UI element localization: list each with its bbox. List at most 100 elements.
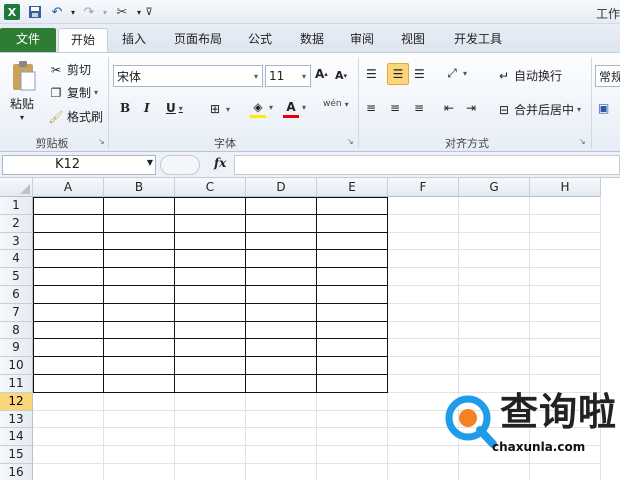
tab-view[interactable]: 视图 — [391, 28, 435, 52]
cell-e7[interactable] — [317, 303, 388, 322]
wrap-text-button[interactable]: ↵ 自动换行 — [496, 67, 562, 84]
redo-dropdown-icon[interactable]: ▾ — [96, 3, 114, 21]
align-top-icon[interactable]: ☰ — [366, 67, 377, 81]
cell-f1[interactable] — [388, 197, 459, 215]
row-header-5[interactable]: 5 — [0, 268, 33, 286]
row-header-8[interactable]: 8 — [0, 321, 33, 340]
cell-h16[interactable] — [530, 464, 601, 480]
cell-d9[interactable] — [246, 339, 317, 358]
cell-b8[interactable] — [104, 321, 175, 340]
cell-g2[interactable] — [459, 214, 530, 233]
cell-h3[interactable] — [530, 232, 601, 251]
cell-d14[interactable] — [246, 428, 317, 447]
cell-c14[interactable] — [175, 428, 246, 447]
cell-d11[interactable] — [246, 375, 317, 393]
bold-button[interactable]: B — [120, 101, 130, 115]
cell-f16[interactable] — [388, 464, 459, 480]
cell-e6[interactable] — [317, 286, 388, 304]
cell-g8[interactable] — [459, 321, 530, 340]
cell-a8[interactable] — [33, 321, 104, 340]
cell-f4[interactable] — [388, 250, 459, 269]
cell-a13[interactable] — [33, 410, 104, 429]
cell-b16[interactable] — [104, 464, 175, 480]
cell-a6[interactable] — [33, 286, 104, 304]
row-header-12[interactable]: 12 — [0, 392, 33, 411]
cell-c5[interactable] — [175, 268, 246, 286]
tab-review[interactable]: 审阅 — [340, 28, 384, 52]
cell-a3[interactable] — [33, 232, 104, 251]
row-header-2[interactable]: 2 — [0, 214, 33, 233]
cell-d3[interactable] — [246, 232, 317, 251]
cell-h2[interactable] — [530, 214, 601, 233]
align-left-icon[interactable]: ≡ — [366, 101, 376, 115]
cell-e1[interactable] — [317, 197, 388, 215]
merge-center-button[interactable]: ⊟ 合并后居中 ▾ — [496, 101, 581, 118]
shrink-font-icon[interactable]: A ▾ — [335, 69, 347, 82]
cell-d13[interactable] — [246, 410, 317, 429]
cell-b15[interactable] — [104, 446, 175, 464]
cell-d4[interactable] — [246, 250, 317, 269]
cell-e2[interactable] — [317, 214, 388, 233]
underline-button[interactable]: U ▾ — [166, 101, 183, 115]
cell-a10[interactable] — [33, 357, 104, 375]
align-bottom-icon[interactable]: ☰ — [414, 67, 425, 81]
align-center-icon[interactable]: ≡ — [390, 101, 400, 115]
cell-g5[interactable] — [459, 268, 530, 286]
grow-font-icon[interactable]: A ▴ — [315, 67, 328, 81]
cell-h8[interactable] — [530, 321, 601, 340]
tab-home[interactable]: 开始 — [58, 28, 108, 53]
cell-g4[interactable] — [459, 250, 530, 269]
cell-b4[interactable] — [104, 250, 175, 269]
row-header-3[interactable]: 3 — [0, 232, 33, 251]
cell-g16[interactable] — [459, 464, 530, 480]
name-box-dropdown-icon[interactable]: ▼ — [147, 158, 153, 167]
cell-e13[interactable] — [317, 410, 388, 429]
cell-f10[interactable] — [388, 357, 459, 375]
insert-function-button[interactable]: fx — [214, 156, 226, 170]
cell-d2[interactable] — [246, 214, 317, 233]
cell-g3[interactable] — [459, 232, 530, 251]
cell-a12[interactable] — [33, 392, 104, 411]
cell-d1[interactable] — [246, 197, 317, 215]
cell-c16[interactable] — [175, 464, 246, 480]
number-format-select[interactable]: 常规 — [595, 65, 620, 87]
cell-a15[interactable] — [33, 446, 104, 464]
name-box[interactable]: K12 ▼ — [2, 155, 156, 175]
font-launcher-icon[interactable]: ↘ — [347, 137, 354, 146]
cell-a2[interactable] — [33, 214, 104, 233]
cell-d6[interactable] — [246, 286, 317, 304]
cell-f9[interactable] — [388, 339, 459, 358]
font-size-select[interactable]: 11 ▾ — [265, 65, 311, 87]
tab-insert[interactable]: 插入 — [112, 28, 156, 52]
column-header-e[interactable]: E — [317, 178, 388, 197]
cell-e4[interactable] — [317, 250, 388, 269]
cell-g1[interactable] — [459, 197, 530, 215]
italic-button[interactable]: I — [144, 101, 150, 115]
tab-page-layout[interactable]: 页面布局 — [166, 28, 230, 52]
column-header-f[interactable]: F — [388, 178, 459, 197]
font-name-select[interactable]: 宋体 ▾ — [113, 65, 263, 87]
column-header-b[interactable]: B — [104, 178, 175, 197]
cell-c1[interactable] — [175, 197, 246, 215]
cell-c3[interactable] — [175, 232, 246, 251]
row-header-6[interactable]: 6 — [0, 286, 33, 304]
cell-f3[interactable] — [388, 232, 459, 251]
cell-a1[interactable] — [33, 197, 104, 215]
alignment-launcher-icon[interactable]: ↘ — [579, 137, 586, 146]
increase-indent-icon[interactable]: ⇥ — [466, 101, 476, 115]
copy-button[interactable]: ❐ 复制 ▾ — [48, 84, 98, 101]
cell-e11[interactable] — [317, 375, 388, 393]
paste-icon[interactable] — [8, 59, 40, 95]
excel-logo-icon[interactable]: X — [4, 4, 20, 20]
cell-c9[interactable] — [175, 339, 246, 358]
tab-developer[interactable]: 开发工具 — [442, 28, 514, 52]
clipboard-launcher-icon[interactable]: ↘ — [98, 137, 105, 146]
fill-color-button[interactable]: ◈ ▾ — [250, 99, 273, 118]
cell-b11[interactable] — [104, 375, 175, 393]
column-header-d[interactable]: D — [246, 178, 317, 197]
cell-h6[interactable] — [530, 286, 601, 304]
cell-c10[interactable] — [175, 357, 246, 375]
cell-g9[interactable] — [459, 339, 530, 358]
cell-f6[interactable] — [388, 286, 459, 304]
customize-qat-icon[interactable]: ⊽ — [140, 3, 158, 21]
